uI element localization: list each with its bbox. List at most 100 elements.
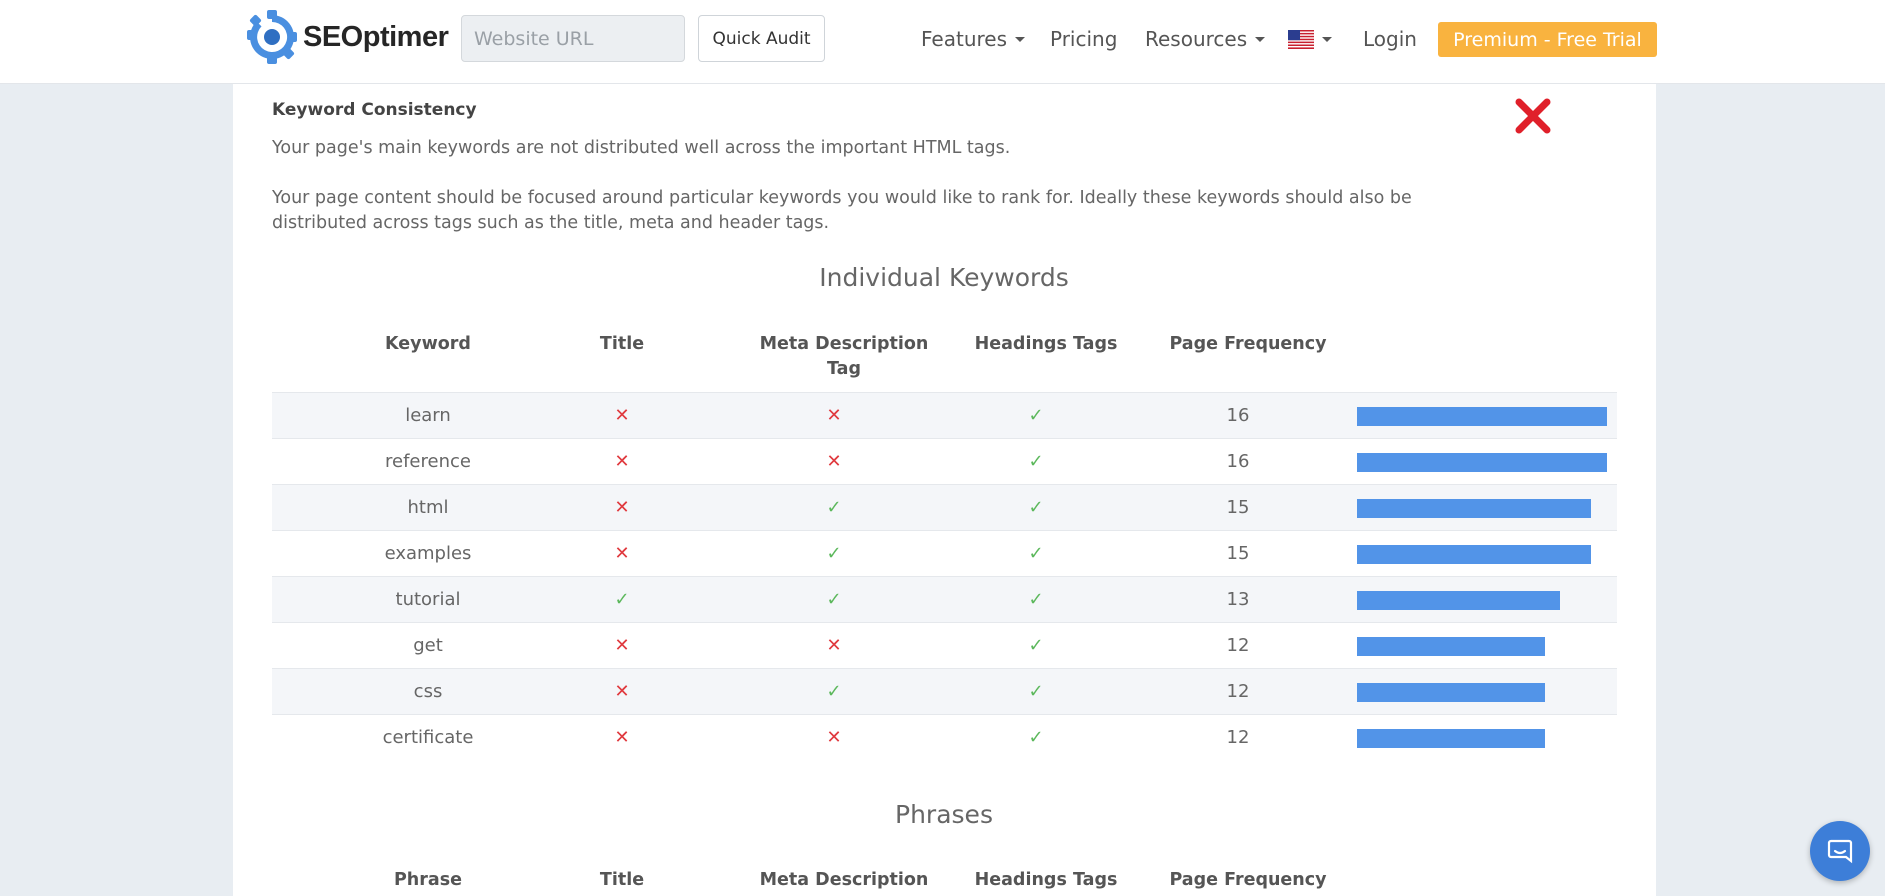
headings-cell: ✓ <box>966 531 1106 576</box>
frequency-bar <box>1357 729 1545 748</box>
frequency-cell: 12 <box>1226 635 1250 656</box>
cross-icon: ✕ <box>614 451 630 472</box>
headings-cell: ✓ <box>966 623 1106 668</box>
nav-resources-label: Resources <box>1145 27 1248 51</box>
frequency-bar <box>1357 637 1545 656</box>
headings-cell: ✓ <box>966 577 1106 622</box>
frequency-bar <box>1357 545 1591 564</box>
check-icon: ✓ <box>1028 727 1044 748</box>
premium-free-trial-button[interactable]: Premium - Free Trial <box>1438 22 1657 57</box>
meta-cell: ✕ <box>754 439 914 484</box>
section-summary: Your page's main keywords are not distri… <box>272 138 1011 158</box>
website-url-input[interactable] <box>461 15 685 62</box>
title-cell: ✕ <box>562 485 682 530</box>
nav-pricing[interactable]: Pricing <box>1050 22 1117 56</box>
frequency-cell: 13 <box>1226 589 1250 610</box>
column-header-meta: Meta Description Tag <box>759 334 929 379</box>
frequency-bar-track <box>1357 637 1607 656</box>
table-row: html ✕ ✓ ✓ 15 <box>272 484 1617 530</box>
headings-cell: ✓ <box>966 485 1106 530</box>
seoptimer-logo[interactable]: SEOptimer <box>245 10 449 64</box>
title-cell: ✓ <box>562 577 682 622</box>
title-cell: ✕ <box>562 393 682 438</box>
keyword-cell: tutorial <box>395 589 461 610</box>
headings-cell: ✓ <box>966 715 1106 760</box>
nav-login[interactable]: Login <box>1363 22 1417 56</box>
frequency-bar <box>1357 499 1591 518</box>
chevron-down-icon <box>1255 36 1266 42</box>
nav-features-label: Features <box>921 27 1007 51</box>
keyword-cell: certificate <box>382 727 474 748</box>
table-row: reference ✕ ✕ ✓ 16 <box>272 438 1617 484</box>
table-row: tutorial ✓ ✓ ✓ 13 <box>272 576 1617 622</box>
chevron-down-icon <box>1322 36 1332 42</box>
cross-icon: ✕ <box>826 727 842 748</box>
cross-icon: ✕ <box>614 727 630 748</box>
title-cell: ✕ <box>562 623 682 668</box>
nav-resources[interactable]: Resources <box>1145 22 1266 56</box>
top-navbar: SEOptimer Quick Audit Features Pricing R… <box>0 0 1885 84</box>
keyword-cell: learn <box>405 405 451 426</box>
title-cell: ✕ <box>562 439 682 484</box>
individual-keywords-heading: Individual Keywords <box>819 263 1069 292</box>
column-header-headings: Headings Tags <box>974 870 1118 890</box>
column-header-frequency: Page Frequency <box>1169 334 1327 354</box>
logo-text: SEOptimer <box>303 20 449 53</box>
nav-pricing-label: Pricing <box>1050 27 1118 51</box>
column-header-phrase: Phrase <box>393 870 462 890</box>
cross-icon: ✕ <box>826 405 842 426</box>
check-icon: ✓ <box>614 589 630 610</box>
meta-cell: ✓ <box>754 531 914 576</box>
quick-audit-button[interactable]: Quick Audit <box>698 15 825 62</box>
column-header-title: Title <box>599 870 645 890</box>
column-header-frequency: Page Frequency <box>1169 870 1327 890</box>
us-flag-icon <box>1288 29 1314 49</box>
frequency-cell: 15 <box>1226 543 1250 564</box>
cross-icon <box>1515 98 1551 134</box>
table-row: css ✕ ✓ ✓ 12 <box>272 668 1617 714</box>
meta-cell: ✓ <box>754 577 914 622</box>
cross-icon: ✕ <box>826 635 842 656</box>
gear-logo-icon <box>247 10 297 64</box>
cross-icon: ✕ <box>614 681 630 702</box>
frequency-bar <box>1357 591 1560 610</box>
headings-cell: ✓ <box>966 669 1106 714</box>
frequency-cell: 16 <box>1226 451 1250 472</box>
meta-cell: ✓ <box>754 485 914 530</box>
check-icon: ✓ <box>826 681 842 702</box>
headings-cell: ✓ <box>966 439 1106 484</box>
cross-icon: ✕ <box>614 635 630 656</box>
check-icon: ✓ <box>1028 451 1044 472</box>
title-cell: ✕ <box>562 531 682 576</box>
frequency-bar <box>1357 453 1607 472</box>
column-header-meta: Meta Description <box>759 870 929 890</box>
column-header-keyword: Keyword <box>385 334 471 354</box>
frequency-bar-track <box>1357 683 1607 702</box>
check-icon: ✓ <box>1028 497 1044 518</box>
check-icon: ✓ <box>1028 635 1044 656</box>
nav-features[interactable]: Features <box>921 22 1025 56</box>
chevron-down-icon <box>1015 36 1025 42</box>
keyword-cell: get <box>413 635 443 656</box>
cross-icon: ✕ <box>614 405 630 426</box>
phrases-heading: Phrases <box>895 800 993 829</box>
check-icon: ✓ <box>826 497 842 518</box>
meta-cell: ✕ <box>754 623 914 668</box>
table-row: examples ✕ ✓ ✓ 15 <box>272 530 1617 576</box>
frequency-cell: 16 <box>1226 405 1250 426</box>
frequency-cell: 15 <box>1226 497 1250 518</box>
keyword-cell: html <box>407 497 449 518</box>
chat-button[interactable] <box>1810 821 1870 881</box>
cross-icon: ✕ <box>614 543 630 564</box>
table-row: learn ✕ ✕ ✓ 16 <box>272 392 1617 438</box>
section-title: Keyword Consistency <box>272 100 477 120</box>
column-header-headings: Headings Tags <box>974 334 1118 354</box>
language-selector[interactable] <box>1288 22 1332 56</box>
title-cell: ✕ <box>562 715 682 760</box>
check-icon: ✓ <box>1028 589 1044 610</box>
frequency-bar <box>1357 683 1545 702</box>
check-icon: ✓ <box>1028 543 1044 564</box>
check-icon: ✓ <box>1028 681 1044 702</box>
meta-cell: ✕ <box>754 393 914 438</box>
keyword-cell: reference <box>385 451 471 472</box>
